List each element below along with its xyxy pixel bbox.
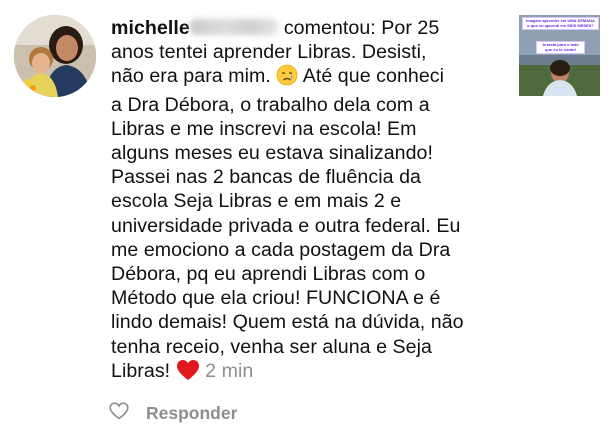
redacted-username-blur [189,19,278,35]
avatar-photo [14,15,96,97]
post-thumbnail-banner-top: Imagine aprender em UMA SEMANA o que eu … [522,17,599,31]
red-heart-icon [176,359,200,387]
heart-outline-icon [109,401,129,425]
comment-username[interactable]: michelle [111,17,190,39]
comment-action: comentou: [283,17,376,39]
comment-text: michelle comentou: Por 25 anos tentei apr… [111,16,511,387]
like-button[interactable] [108,401,130,425]
crying-face-icon [276,64,298,92]
reply-button[interactable]: Responder [146,403,237,424]
comment-notification: michelle comentou: Por 25 anos tentei apr… [0,0,612,443]
comment-line1-rest: Por 25 [375,17,440,39]
comment-body-part2: Até que conheci a Dra Débora, o trabalho… [111,65,464,382]
avatar[interactable] [14,15,96,97]
post-thumbnail-banner-middle: Arrasta para o lado que eu te conto! [536,41,585,55]
post-thumbnail[interactable]: Imagine aprender em UMA SEMANA o que eu … [519,15,600,96]
comment-timestamp: 2 min [205,359,254,382]
comment-actions: Responder [108,401,237,425]
